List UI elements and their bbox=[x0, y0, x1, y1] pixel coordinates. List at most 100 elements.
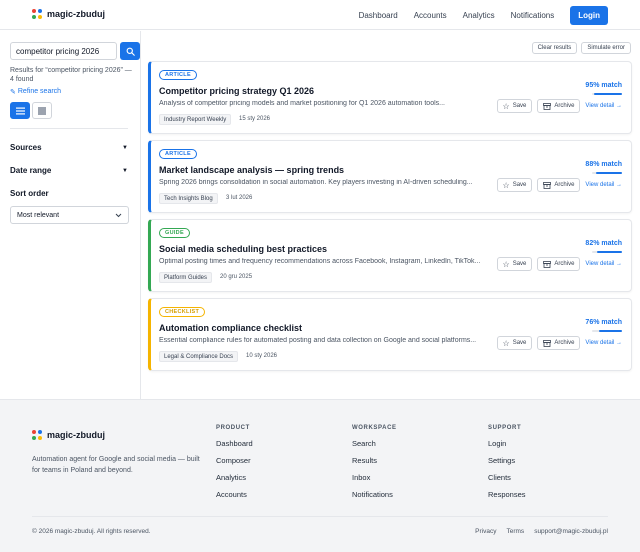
match-bar-fill bbox=[593, 93, 622, 95]
result-title[interactable]: Automation compliance checklist bbox=[159, 323, 302, 333]
footer-legal-links: Privacy Terms support@magic-zbuduj.pl bbox=[475, 528, 608, 535]
star-icon: ☆ bbox=[502, 101, 510, 111]
save-label: Save bbox=[512, 182, 527, 188]
footer-tagline: Automation agent for Google and social m… bbox=[32, 456, 200, 474]
results-panel: Clear results Simulate error ARTICLE Com… bbox=[141, 31, 640, 399]
view-detail-link[interactable]: View detail → bbox=[585, 340, 622, 346]
footer-link-analytics[interactable]: Analytics bbox=[216, 473, 253, 482]
star-icon: ☆ bbox=[502, 259, 510, 269]
nav-accounts[interactable]: Accounts bbox=[414, 11, 447, 20]
footer-brand-logo[interactable]: magic-zbuduj bbox=[32, 430, 105, 440]
clear-results-button[interactable]: Clear results bbox=[531, 42, 578, 54]
login-button[interactable]: Login bbox=[570, 6, 608, 25]
filter-date-range[interactable]: Date range ▼ bbox=[10, 166, 128, 175]
nav-notifications[interactable]: Notifications bbox=[511, 11, 555, 20]
result-type-badge: GUIDE bbox=[159, 228, 190, 238]
view-detail-link[interactable]: View detail → bbox=[585, 261, 622, 267]
match-score: 88% match bbox=[585, 161, 622, 168]
save-button[interactable]: ☆ Save bbox=[496, 99, 533, 113]
footer-link-responses[interactable]: Responses bbox=[488, 490, 526, 499]
terms-link[interactable]: Terms bbox=[506, 528, 524, 535]
result-title[interactable]: Social media scheduling best practices bbox=[159, 244, 327, 254]
save-label: Save bbox=[512, 261, 527, 267]
logo-dots-icon bbox=[32, 430, 42, 440]
footer-link-clients[interactable]: Clients bbox=[488, 473, 526, 482]
archive-icon bbox=[543, 181, 552, 189]
result-card: CHECKLIST Automation compliance checklis… bbox=[148, 298, 632, 371]
result-date: 15 sty 2026 bbox=[239, 116, 271, 122]
result-card: ARTICLE Market landscape analysis — spri… bbox=[148, 140, 632, 213]
archive-button[interactable]: Archive bbox=[537, 257, 581, 271]
nav-analytics[interactable]: Analytics bbox=[463, 11, 495, 20]
footer-link-composer[interactable]: Composer bbox=[216, 456, 253, 465]
footer-link-settings[interactable]: Settings bbox=[488, 456, 526, 465]
results-actions: Clear results Simulate error bbox=[531, 42, 631, 54]
result-card: ARTICLE Competitor pricing strategy Q1 2… bbox=[148, 61, 632, 134]
brand-logo[interactable]: magic-zbuduj bbox=[32, 9, 105, 19]
footer-divider bbox=[32, 516, 608, 517]
search-input[interactable] bbox=[10, 42, 117, 60]
archive-button[interactable]: Archive bbox=[537, 336, 581, 350]
footer-copyright: © 2026 magic-zbuduj. All rights reserved… bbox=[32, 528, 151, 535]
archive-label: Archive bbox=[554, 261, 575, 267]
simulate-error-button[interactable]: Simulate error bbox=[581, 42, 631, 54]
sort-order-select[interactable]: Most relevant bbox=[10, 206, 129, 224]
footer-column-support: SUPPORT Login Settings Clients Responses bbox=[488, 425, 526, 507]
archive-icon bbox=[543, 339, 552, 347]
result-type-badge: ARTICLE bbox=[159, 70, 197, 80]
footer-column-title: WORKSPACE bbox=[352, 425, 397, 431]
site-footer: magic-zbuduj Automation agent for Google… bbox=[0, 399, 640, 552]
result-card: GUIDE Social media scheduling best pract… bbox=[148, 219, 632, 292]
result-date: 10 sty 2026 bbox=[246, 353, 278, 359]
view-detail-link[interactable]: View detail → bbox=[585, 182, 622, 188]
search-button[interactable] bbox=[120, 42, 140, 60]
sort-order-value: Most relevant bbox=[17, 211, 60, 219]
result-description: Analysis of competitor pricing models an… bbox=[159, 100, 445, 107]
grid-view-button[interactable] bbox=[32, 102, 52, 119]
refine-search-link[interactable]: ✎ Refine search bbox=[10, 88, 61, 96]
result-type-badge: CHECKLIST bbox=[159, 307, 206, 317]
footer-column-title: SUPPORT bbox=[488, 425, 522, 431]
footer-link-inbox[interactable]: Inbox bbox=[352, 473, 397, 482]
result-description: Essential compliance rules for automated… bbox=[159, 337, 477, 344]
footer-brand-name: magic-zbuduj bbox=[47, 430, 105, 440]
caret-down-icon: ▼ bbox=[122, 167, 128, 174]
result-title[interactable]: Competitor pricing strategy Q1 2026 bbox=[159, 86, 314, 96]
footer-link-accounts[interactable]: Accounts bbox=[216, 490, 253, 499]
archive-label: Archive bbox=[554, 103, 575, 109]
match-bar-fill bbox=[595, 172, 622, 174]
match-bar bbox=[592, 251, 622, 253]
filter-sources[interactable]: Sources ▼ bbox=[10, 143, 128, 152]
footer-link-results[interactable]: Results bbox=[352, 456, 397, 465]
result-description: Optimal posting times and frequency reco… bbox=[159, 258, 481, 265]
star-icon: ☆ bbox=[502, 338, 510, 348]
filter-sources-label: Sources bbox=[10, 143, 42, 152]
privacy-link[interactable]: Privacy bbox=[475, 528, 496, 535]
result-title[interactable]: Market landscape analysis — spring trend… bbox=[159, 165, 344, 175]
view-detail-link[interactable]: View detail → bbox=[585, 103, 622, 109]
save-button[interactable]: ☆ Save bbox=[496, 257, 533, 271]
footer-link-dashboard[interactable]: Dashboard bbox=[216, 439, 253, 448]
footer-link-notifications[interactable]: Notifications bbox=[352, 490, 397, 499]
sort-order-label: Sort order bbox=[10, 189, 49, 198]
support-email-link[interactable]: support@magic-zbuduj.pl bbox=[534, 528, 608, 535]
result-date: 20 gru 2025 bbox=[220, 274, 253, 280]
match-bar bbox=[592, 172, 622, 174]
caret-down-icon: ▼ bbox=[122, 144, 128, 151]
result-actions: ☆ Save Archive View detail → bbox=[496, 99, 622, 113]
list-icon bbox=[15, 107, 25, 114]
save-button[interactable]: ☆ Save bbox=[496, 336, 533, 350]
footer-link-login[interactable]: Login bbox=[488, 439, 526, 448]
save-label: Save bbox=[512, 103, 527, 109]
footer-link-search[interactable]: Search bbox=[352, 439, 397, 448]
sidebar-divider bbox=[10, 128, 128, 129]
nav-dashboard[interactable]: Dashboard bbox=[359, 11, 398, 20]
archive-label: Archive bbox=[554, 182, 575, 188]
archive-button[interactable]: Archive bbox=[537, 178, 581, 192]
refine-search-label: Refine search bbox=[17, 88, 62, 95]
list-view-button[interactable] bbox=[10, 102, 30, 119]
results-summary: Results for “competitor pricing 2026” — … bbox=[10, 67, 132, 83]
result-actions: ☆ Save Archive View detail → bbox=[496, 257, 622, 271]
archive-button[interactable]: Archive bbox=[537, 99, 581, 113]
save-button[interactable]: ☆ Save bbox=[496, 178, 533, 192]
